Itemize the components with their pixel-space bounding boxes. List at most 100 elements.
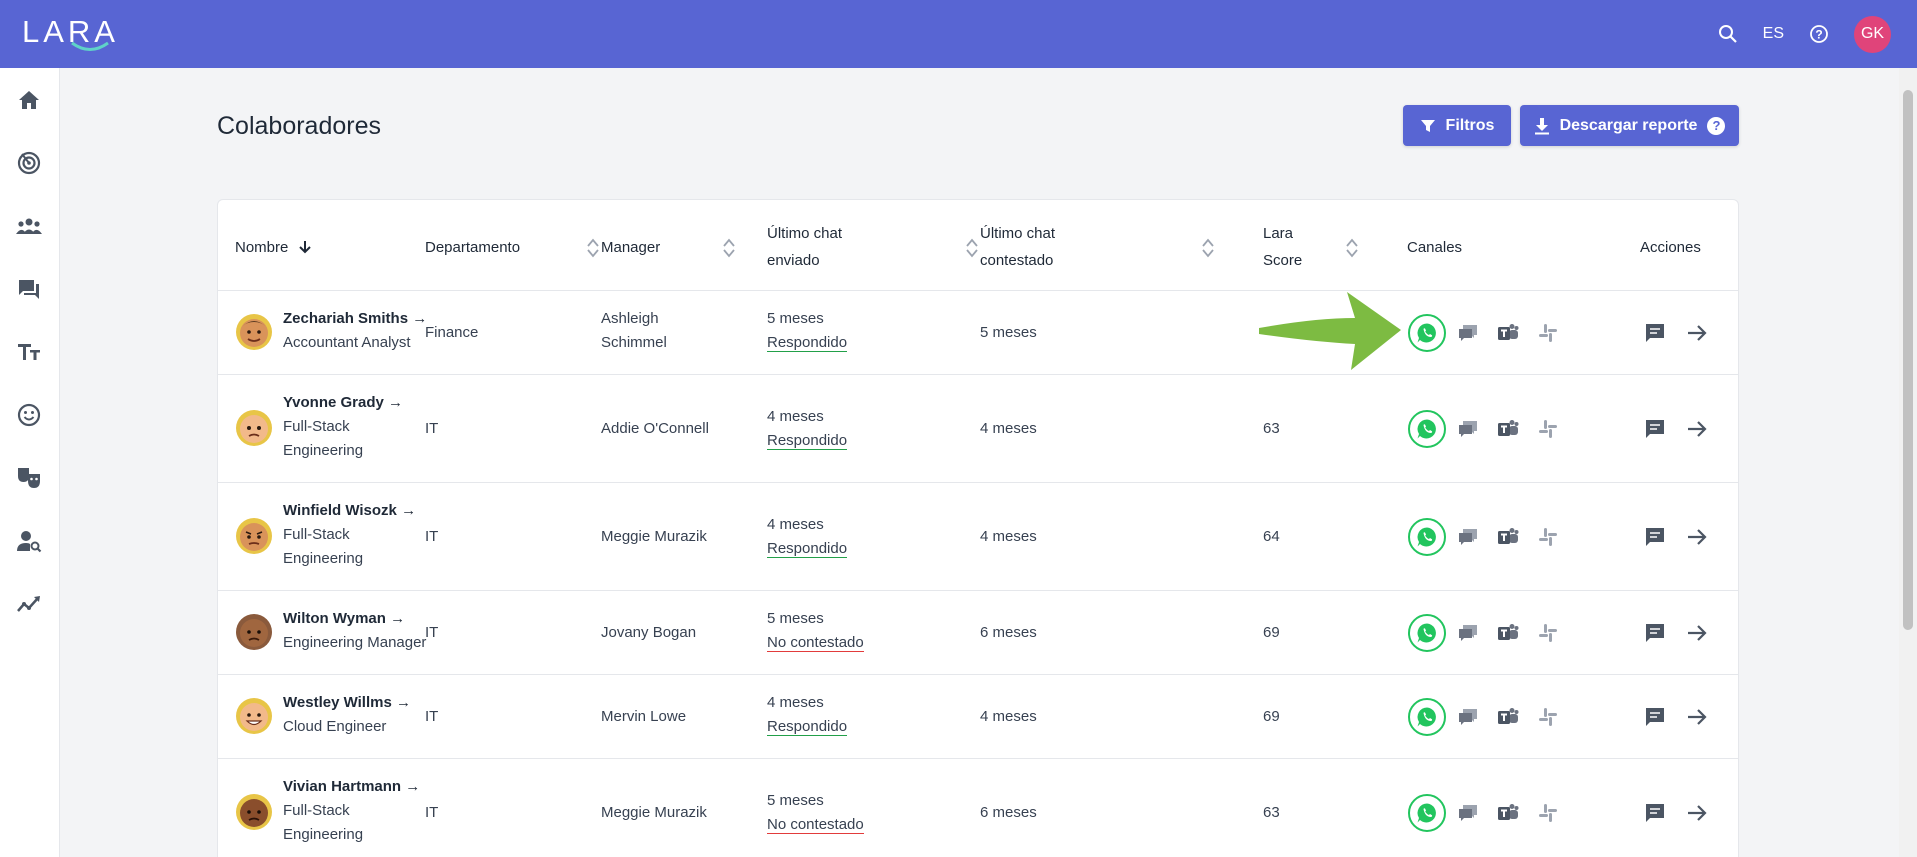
chat-icon[interactable]	[1448, 409, 1488, 449]
radar-icon[interactable]	[12, 146, 46, 180]
sort-icon[interactable]	[586, 236, 600, 260]
lara-logo[interactable]: LARA	[22, 12, 115, 56]
help-icon[interactable]: ?	[1804, 19, 1834, 49]
table-row[interactable]: Wilton Wyman → Engineering Manager IT Jo…	[218, 590, 1738, 674]
arrow-right-icon[interactable]	[1685, 801, 1709, 825]
chat-icon[interactable]	[1448, 697, 1488, 737]
arrow-right-icon[interactable]	[1685, 621, 1709, 645]
whatsapp-icon[interactable]	[1408, 698, 1446, 736]
chat-icon[interactable]	[1448, 613, 1488, 653]
slack-icon[interactable]	[1528, 313, 1568, 353]
employee-name[interactable]: Zechariah Smiths →	[283, 307, 427, 331]
last-answered-cell: 4 meses	[980, 420, 1037, 437]
teams-icon[interactable]	[1488, 517, 1528, 557]
whatsapp-icon[interactable]	[1408, 314, 1446, 352]
chat-icon[interactable]	[1448, 517, 1488, 557]
sort-icon[interactable]	[722, 236, 736, 260]
download-icon	[1534, 117, 1549, 134]
lara-score-cell: 69	[1263, 708, 1280, 725]
message-icon[interactable]	[1643, 621, 1667, 645]
header-last-sent[interactable]: Último chat enviado	[767, 220, 842, 274]
header-department[interactable]: Departamento	[425, 234, 520, 261]
employee-name[interactable]: Westley Willms →	[283, 691, 411, 715]
sort-icon[interactable]	[965, 236, 979, 260]
channels-group	[1408, 313, 1568, 353]
channels-group	[1408, 517, 1568, 557]
arrow-right-icon[interactable]	[1685, 321, 1709, 345]
whatsapp-icon[interactable]	[1408, 614, 1446, 652]
channels-group	[1408, 793, 1568, 833]
employee-role: Full-Stack Engineering	[283, 802, 364, 843]
team-icon[interactable]	[12, 209, 46, 243]
page-title: Colaboradores	[217, 112, 381, 140]
message-icon[interactable]	[1643, 321, 1667, 345]
last-answered-cell: 6 meses	[980, 804, 1037, 821]
whatsapp-icon[interactable]	[1408, 794, 1446, 832]
message-icon[interactable]	[1643, 801, 1667, 825]
filters-button[interactable]: Filtros	[1403, 105, 1511, 146]
last-answered-cell: 6 meses	[980, 624, 1037, 641]
actions-group	[1643, 417, 1709, 441]
table-row[interactable]: Westley Willms → Cloud Engineer IT Mervi…	[218, 674, 1738, 758]
actions-group	[1643, 705, 1709, 729]
lara-score-cell: 69	[1263, 624, 1280, 641]
lara-score-cell: 63	[1263, 804, 1280, 821]
whatsapp-icon[interactable]	[1408, 518, 1446, 556]
slack-icon[interactable]	[1528, 613, 1568, 653]
message-icon[interactable]	[1643, 705, 1667, 729]
message-icon[interactable]	[1643, 417, 1667, 441]
arrow-right-icon[interactable]	[1685, 417, 1709, 441]
slack-icon[interactable]	[1528, 697, 1568, 737]
help-badge-icon[interactable]: ?	[1707, 116, 1726, 135]
chat-icon[interactable]	[1448, 793, 1488, 833]
smile-icon[interactable]	[12, 398, 46, 432]
annotation-arrow-icon	[1259, 292, 1401, 370]
teams-icon[interactable]	[1488, 313, 1528, 353]
header-name[interactable]: Nombre	[235, 234, 311, 261]
slack-icon[interactable]	[1528, 793, 1568, 833]
teams-icon[interactable]	[1488, 613, 1528, 653]
text-format-icon[interactable]	[12, 335, 46, 369]
employee-name[interactable]: Winfield Wisozk →	[283, 499, 416, 523]
teams-icon[interactable]	[1488, 697, 1528, 737]
teams-icon[interactable]	[1488, 793, 1528, 833]
channels-group	[1408, 409, 1568, 449]
teams-icon[interactable]	[1488, 409, 1528, 449]
table-row[interactable]: Yvonne Grady → Full-Stack Engineering IT …	[218, 374, 1738, 482]
chat-icon[interactable]	[1448, 313, 1488, 353]
table-row[interactable]: Zechariah Smiths → Accountant Analyst Fi…	[218, 290, 1738, 374]
header-last-answered[interactable]: Último chat contestado	[980, 220, 1055, 274]
scrollbar-thumb[interactable]	[1903, 90, 1913, 630]
slack-icon[interactable]	[1528, 409, 1568, 449]
arrow-right-icon[interactable]	[1685, 525, 1709, 549]
status-badge: Respondido	[767, 432, 848, 450]
analytics-icon[interactable]	[12, 587, 46, 621]
table-row[interactable]: Winfield Wisozk → Full-Stack Engineering …	[218, 482, 1738, 590]
employee-role: Full-Stack Engineering	[283, 418, 364, 459]
forum-icon[interactable]	[12, 272, 46, 306]
lara-score-cell: 63	[1263, 420, 1280, 437]
sort-icon[interactable]	[1201, 236, 1215, 260]
avatar	[236, 518, 272, 554]
search-icon[interactable]	[1713, 19, 1743, 49]
arrow-right-icon[interactable]	[1685, 705, 1709, 729]
language-selector[interactable]: ES	[1763, 25, 1784, 43]
employee-name[interactable]: Vivian Hartmann →	[283, 775, 420, 799]
masks-icon[interactable]	[12, 461, 46, 495]
message-icon[interactable]	[1643, 525, 1667, 549]
employee-name[interactable]: Wilton Wyman →	[283, 607, 405, 631]
home-icon[interactable]	[12, 83, 46, 117]
avatar	[236, 794, 272, 830]
person-search-icon[interactable]	[12, 524, 46, 558]
header-lara-score[interactable]: Lara Score	[1263, 220, 1302, 274]
scrollbar[interactable]	[1899, 68, 1917, 857]
table-row[interactable]: Vivian Hartmann → Full-Stack Engineering …	[218, 758, 1738, 857]
sort-icon[interactable]	[1345, 236, 1359, 260]
employee-name[interactable]: Yvonne Grady →	[283, 391, 403, 415]
download-report-button[interactable]: Descargar reporte ?	[1520, 105, 1739, 146]
whatsapp-icon[interactable]	[1408, 410, 1446, 448]
status-badge: Respondido	[767, 540, 848, 558]
slack-icon[interactable]	[1528, 517, 1568, 557]
header-manager[interactable]: Manager	[601, 234, 660, 261]
user-avatar[interactable]: GK	[1854, 15, 1891, 53]
